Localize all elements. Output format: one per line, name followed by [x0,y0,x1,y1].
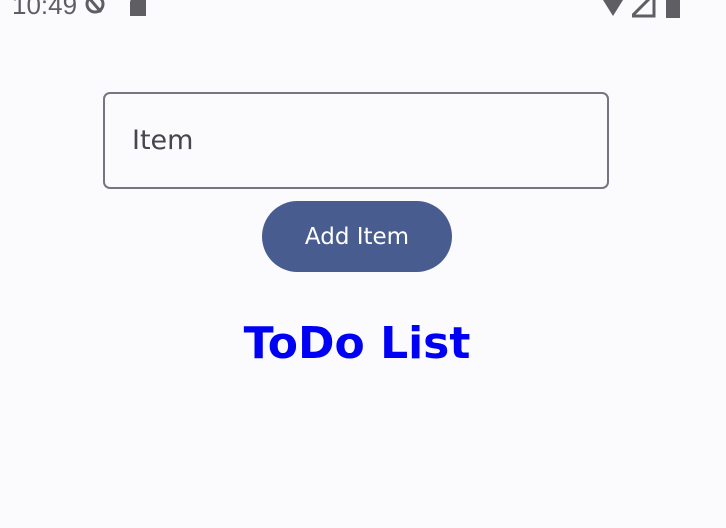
todo-list-title: ToDo List [243,318,471,369]
add-item-button[interactable]: Add Item [262,201,452,272]
wifi-icon [598,0,628,20]
do-not-disturb-icon [84,0,106,20]
item-input[interactable] [105,94,607,187]
status-time: 10:49 [12,0,78,20]
status-bar: 10:49 [0,0,726,20]
cell-signal-icon [628,0,656,20]
item-text-field[interactable] [103,92,609,189]
battery-icon [666,0,682,20]
sd-card-icon [128,0,148,20]
